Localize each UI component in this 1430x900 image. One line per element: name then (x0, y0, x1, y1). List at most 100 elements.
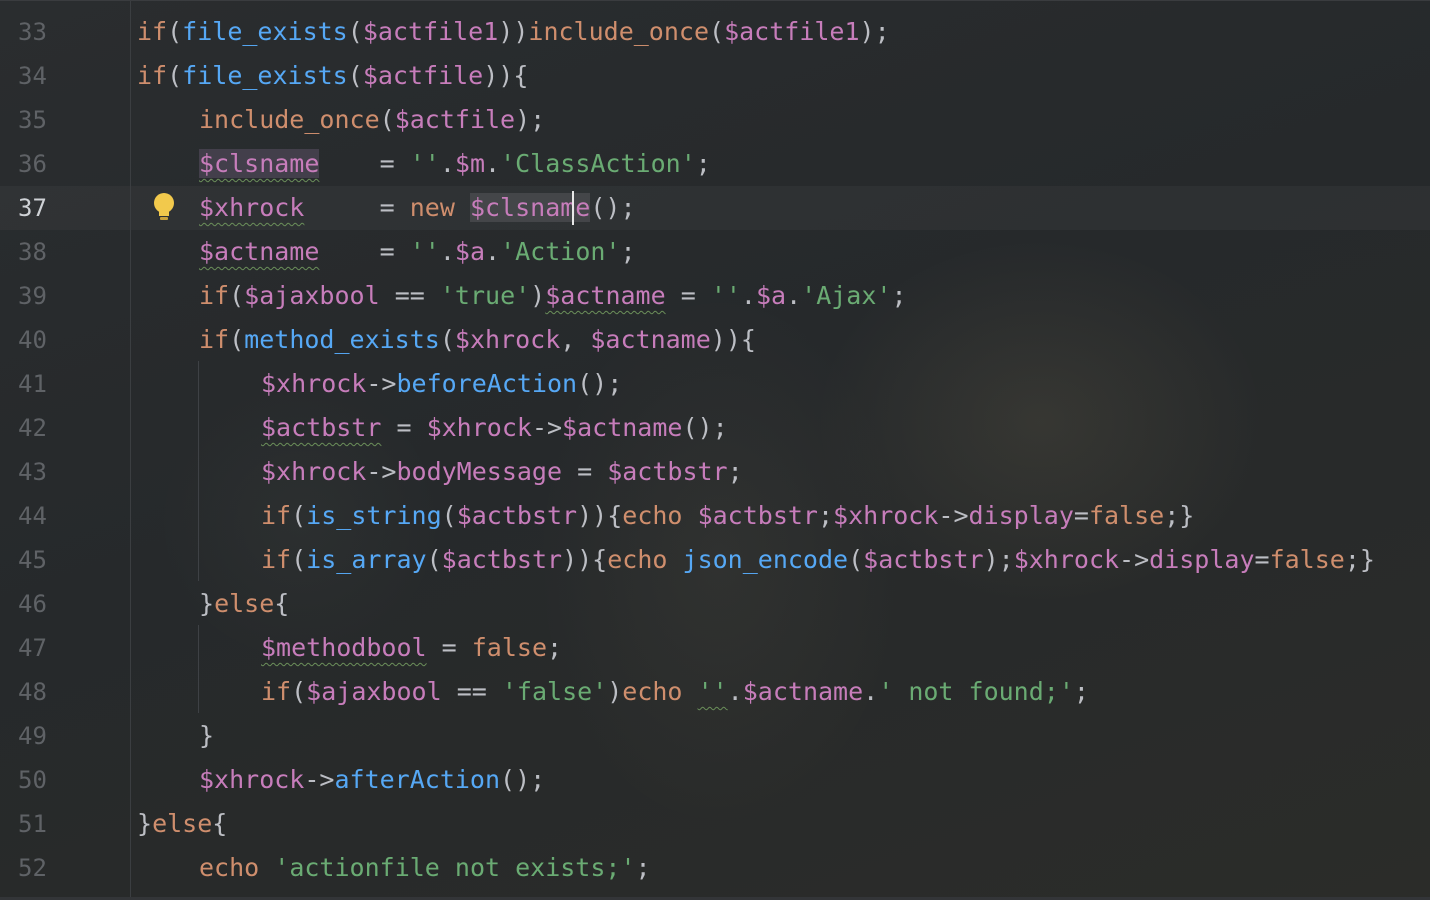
token-keyword: false (1269, 545, 1345, 574)
token-string: 'true' (439, 281, 531, 310)
token-punct: ; (635, 853, 651, 882)
token-punct: ); (983, 545, 1014, 574)
token-keyword: false (1088, 501, 1165, 530)
token-punct: . (485, 237, 501, 266)
line-number: 52 (18, 854, 47, 882)
code-line-37[interactable]: $xhrock = new $clsname(); (199, 186, 636, 230)
code-line-45[interactable]: if(is_array($actbstr)){echo json_encode(… (261, 538, 1375, 582)
token-punct: ( (291, 501, 307, 530)
token-variable: $actbstr (863, 545, 984, 574)
line-number: 42 (18, 414, 47, 442)
token-punct: . (439, 237, 455, 266)
token-variable: $a (454, 237, 486, 266)
line-number: 46 (18, 590, 47, 618)
code-line-36[interactable]: $clsname = ''.$m.'ClassAction'; (199, 142, 711, 186)
token-variable: $actbstr (261, 413, 382, 442)
token-punct: )){ (562, 545, 608, 574)
token-keyword: include_once (528, 17, 710, 46)
line-number: 38 (18, 238, 47, 266)
token-punct: ; (817, 501, 834, 530)
token-variable: $actname (545, 281, 666, 310)
code-line-48[interactable]: if($ajaxbool == 'false')echo ''.$actname… (261, 670, 1089, 714)
indent-guide (198, 625, 199, 713)
token-punct: ;} (1164, 501, 1195, 530)
token-method: afterAction (334, 765, 501, 794)
token-punct: (); (590, 193, 636, 222)
token-punct: , (560, 325, 591, 354)
token-punct: ( (347, 61, 363, 90)
lightbulb-icon[interactable] (150, 191, 178, 223)
token-punct: ; (727, 457, 743, 486)
line-number: 49 (18, 722, 47, 750)
line-number: 33 (18, 18, 47, 46)
code-line-35[interactable]: include_once($actfile); (199, 98, 545, 142)
token-punct: ( (347, 17, 363, 46)
token-punct: ( (291, 545, 307, 574)
token-string: '' (697, 677, 728, 706)
token-variable: $actfile (394, 105, 516, 134)
code-line-41[interactable]: $xhrock->beforeAction(); (261, 362, 622, 406)
token-keyword: if (199, 325, 230, 354)
line-number: 34 (18, 62, 47, 90)
token-keyword: echo (622, 501, 683, 530)
token-operator: = (319, 237, 410, 266)
token-keyword: echo (622, 677, 683, 706)
line-number-gutter[interactable]: 33 34 35 36 37 38 39 40 41 42 43 44 45 4… (0, 1, 131, 900)
token-string: 'Action' (500, 237, 621, 266)
code-line-50[interactable]: $xhrock->afterAction(); (199, 758, 545, 802)
token-punct: . (786, 281, 802, 310)
token-variable: $xhrock (1013, 545, 1120, 574)
token-operator: -> (1119, 545, 1150, 574)
token-operator: = (1073, 501, 1089, 530)
token-punct: . (439, 149, 455, 178)
token-keyword: if (137, 61, 168, 90)
indent-guide (198, 361, 199, 581)
token-punct: )){ (577, 501, 623, 530)
token-variable: $actname (562, 413, 683, 442)
token-variable: $xhrock (261, 369, 367, 398)
token-punct: . (727, 677, 743, 706)
token-string: 'false' (501, 677, 608, 706)
line-number: 44 (18, 502, 47, 530)
token-punct: } (137, 809, 153, 838)
token-keyword: new (409, 193, 455, 222)
token-function: is_array (306, 545, 427, 574)
token-punct: (); (577, 369, 623, 398)
token-function: json_encode (682, 545, 849, 574)
token-punct: ( (439, 325, 455, 354)
code-line-44[interactable]: if(is_string($actbstr)){echo $actbstr;$x… (261, 494, 1194, 538)
code-line-47[interactable]: $methodbool = false; (261, 626, 562, 670)
token-operator: = (381, 413, 427, 442)
code-line-43[interactable]: $xhrock->bodyMessage = $actbstr; (261, 450, 743, 494)
code-line-46[interactable]: }else{ (199, 582, 289, 626)
token-variable: $xhrock (199, 765, 305, 794)
line-number: 36 (18, 150, 47, 178)
token-punct: } (199, 589, 215, 618)
token-property: bodyMessage (396, 457, 563, 486)
token-punct: (); (682, 413, 728, 442)
code-line-38[interactable]: $actname = ''.$a.'Action'; (199, 230, 636, 274)
token-method: beforeAction (396, 369, 578, 398)
token-keyword: if (199, 281, 230, 310)
code-line-40[interactable]: if(method_exists($xhrock, $actname)){ (199, 318, 756, 362)
token-punct: (); (500, 765, 546, 794)
code-line-39[interactable]: if($ajaxbool == 'true')$actname = ''.$a.… (199, 274, 907, 318)
code-line-42[interactable]: $actbstr = $xhrock->$actname(); (261, 406, 728, 450)
line-number-current: 37 (18, 194, 47, 222)
token-punct: )){ (483, 61, 529, 90)
token-keyword: false (471, 633, 547, 662)
line-number: 50 (18, 766, 47, 794)
token-keyword: if (261, 501, 292, 530)
code-line-52[interactable]: echo 'actionfile not exists;'; (199, 846, 651, 890)
line-number: 41 (18, 370, 47, 398)
token-keyword: if (137, 17, 168, 46)
token-function: is_string (306, 501, 442, 530)
code-line-51[interactable]: }else{ (137, 802, 227, 846)
code-line-49[interactable]: } (199, 714, 214, 758)
code-line-34[interactable]: if(file_exists($actfile)){ (137, 54, 528, 98)
code-line-33[interactable]: if(file_exists($actfile1))include_once($… (137, 10, 890, 54)
code-editor[interactable]: 33 34 35 36 37 38 39 40 41 42 43 44 45 4… (0, 0, 1430, 900)
token-function: method_exists (244, 325, 440, 354)
token-punct: ; (547, 633, 563, 662)
